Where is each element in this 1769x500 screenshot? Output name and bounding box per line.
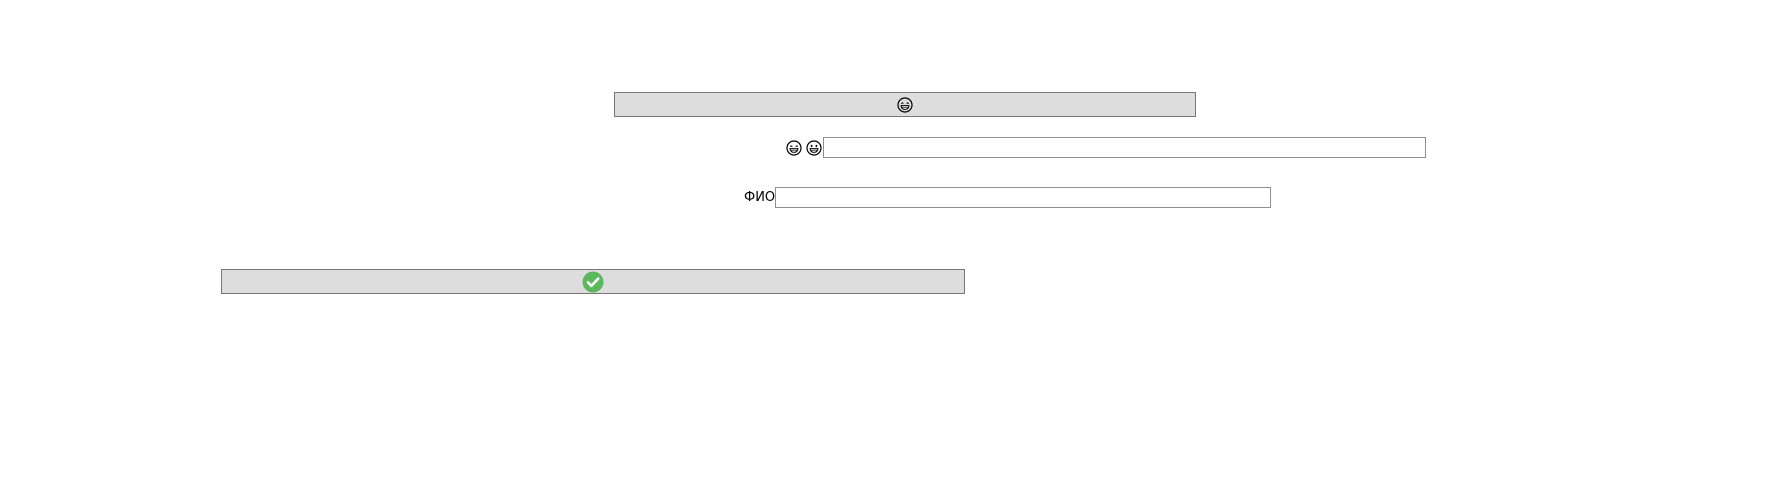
confirm-button[interactable] [221,269,965,294]
emoji-input-row [786,137,1426,158]
grinning-face-icon [806,139,822,156]
emoji-button[interactable] [614,92,1196,117]
fio-input[interactable] [775,187,1272,208]
grinning-face-with-smiling-eyes-icon [786,139,802,156]
page: ФИО [0,0,1769,500]
emoji-text-input[interactable] [823,137,1426,158]
check-circle-icon [582,271,604,293]
grinning-face-with-smiling-eyes-icon [897,96,913,113]
fio-input-row: ФИО [744,187,1272,208]
fio-label: ФИО [744,190,776,205]
